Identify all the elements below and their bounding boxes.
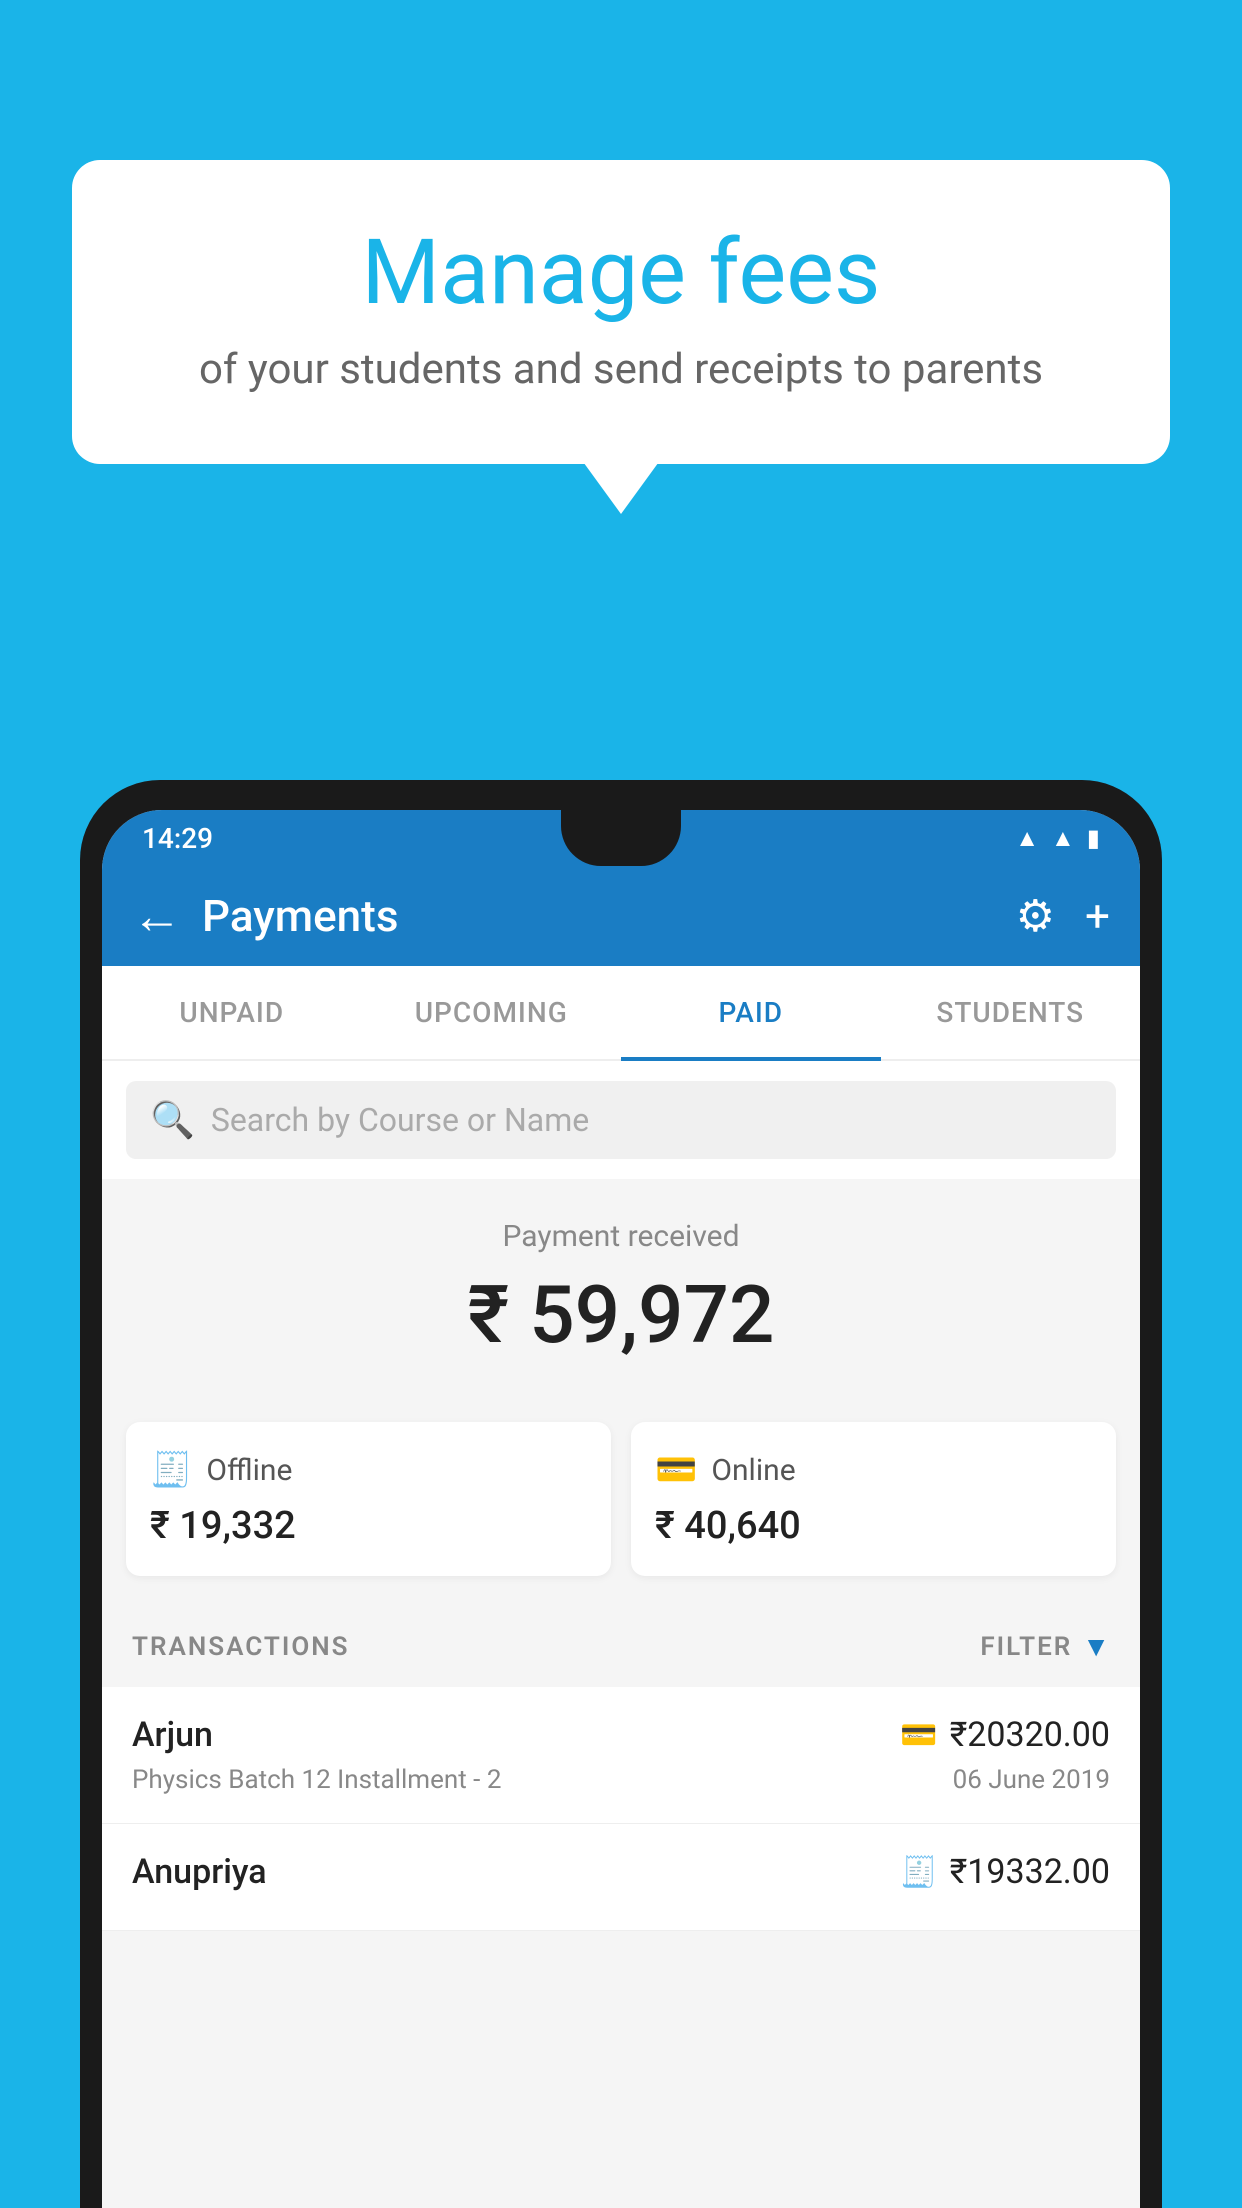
signal-icon: ▲ <box>1051 824 1075 853</box>
transaction-name: Anupriya <box>132 1852 267 1892</box>
online-card: 💳 Online ₹ 40,640 <box>631 1422 1116 1576</box>
transaction-row-bottom: Physics Batch 12 Installment - 2 06 June… <box>132 1765 1110 1795</box>
status-icons: ▲ ▲ ▮ <box>1015 824 1100 853</box>
search-box[interactable]: 🔍 Search by Course or Name <box>126 1081 1116 1159</box>
transaction-type-icon: 💳 <box>900 1718 937 1753</box>
notch <box>561 810 681 866</box>
settings-button[interactable]: ⚙ <box>1016 890 1055 942</box>
transaction-amount-container: 🧾 ₹19332.00 <box>900 1852 1110 1892</box>
wifi-icon: ▲ <box>1015 824 1039 853</box>
status-time: 14:29 <box>142 822 213 855</box>
payment-total-amount: ₹ 59,972 <box>132 1268 1110 1362</box>
transaction-type-icon: 🧾 <box>900 1855 937 1890</box>
filter-icon: ▼ <box>1082 1630 1110 1663</box>
online-card-header: 💳 Online <box>655 1450 1092 1490</box>
tabs-container: UNPAID UPCOMING PAID STUDENTS <box>102 966 1140 1061</box>
transaction-amount-container: 💳 ₹20320.00 <box>900 1715 1110 1755</box>
tab-upcoming[interactable]: UPCOMING <box>362 966 622 1059</box>
offline-type-label: Offline <box>206 1453 292 1488</box>
online-amount: ₹ 40,640 <box>655 1504 1092 1548</box>
speech-bubble: Manage fees of your students and send re… <box>72 160 1170 464</box>
payment-summary: Payment received ₹ 59,972 <box>102 1179 1140 1422</box>
transaction-item[interactable]: Arjun 💳 ₹20320.00 Physics Batch 12 Insta… <box>102 1687 1140 1824</box>
bubble-title: Manage fees <box>132 220 1110 325</box>
online-icon: 💳 <box>655 1450 697 1490</box>
transaction-amount: ₹20320.00 <box>950 1715 1110 1755</box>
search-input[interactable]: Search by Course or Name <box>211 1101 589 1139</box>
battery-icon: ▮ <box>1087 824 1100 852</box>
transaction-amount: ₹19332.00 <box>950 1852 1110 1892</box>
search-icon: 🔍 <box>150 1099 195 1141</box>
transaction-name: Arjun <box>132 1715 213 1755</box>
offline-card: 🧾 Offline ₹ 19,332 <box>126 1422 611 1576</box>
payment-cards: 🧾 Offline ₹ 19,332 💳 Online ₹ 40,640 <box>102 1422 1140 1606</box>
offline-icon: 🧾 <box>150 1450 192 1490</box>
filter-button[interactable]: FILTER ▼ <box>980 1630 1110 1663</box>
transaction-row-top: Arjun 💳 ₹20320.00 <box>132 1715 1110 1755</box>
transactions-label: TRANSACTIONS <box>132 1632 350 1662</box>
add-button[interactable]: + <box>1085 890 1110 942</box>
page-title: Payments <box>202 890 398 942</box>
status-bar: 14:29 ▲ ▲ ▮ <box>102 810 1140 866</box>
transaction-item[interactable]: Anupriya 🧾 ₹19332.00 <box>102 1824 1140 1931</box>
transactions-header: TRANSACTIONS FILTER ▼ <box>102 1606 1140 1687</box>
search-container: 🔍 Search by Course or Name <box>102 1061 1140 1179</box>
payment-received-label: Payment received <box>132 1219 1110 1254</box>
tab-unpaid[interactable]: UNPAID <box>102 966 362 1059</box>
phone-frame: 14:29 ▲ ▲ ▮ ← Payments ⚙ + UNPAID UPCOMI… <box>80 780 1162 2208</box>
back-button[interactable]: ← <box>132 887 182 946</box>
app-bar-left: ← Payments <box>132 887 398 946</box>
transaction-date: 06 June 2019 <box>953 1765 1110 1795</box>
online-type-label: Online <box>711 1453 795 1488</box>
app-bar-actions: ⚙ + <box>1016 890 1110 942</box>
bubble-subtitle: of your students and send receipts to pa… <box>132 345 1110 394</box>
offline-amount: ₹ 19,332 <box>150 1504 587 1548</box>
filter-label: FILTER <box>980 1632 1072 1662</box>
app-bar: ← Payments ⚙ + <box>102 866 1140 966</box>
phone-screen: 14:29 ▲ ▲ ▮ ← Payments ⚙ + UNPAID UPCOMI… <box>102 810 1140 2208</box>
tab-students[interactable]: STUDENTS <box>881 966 1141 1059</box>
transaction-course: Physics Batch 12 Installment - 2 <box>132 1765 501 1795</box>
offline-card-header: 🧾 Offline <box>150 1450 587 1490</box>
tab-paid[interactable]: PAID <box>621 966 881 1059</box>
transaction-row-top: Anupriya 🧾 ₹19332.00 <box>132 1852 1110 1892</box>
